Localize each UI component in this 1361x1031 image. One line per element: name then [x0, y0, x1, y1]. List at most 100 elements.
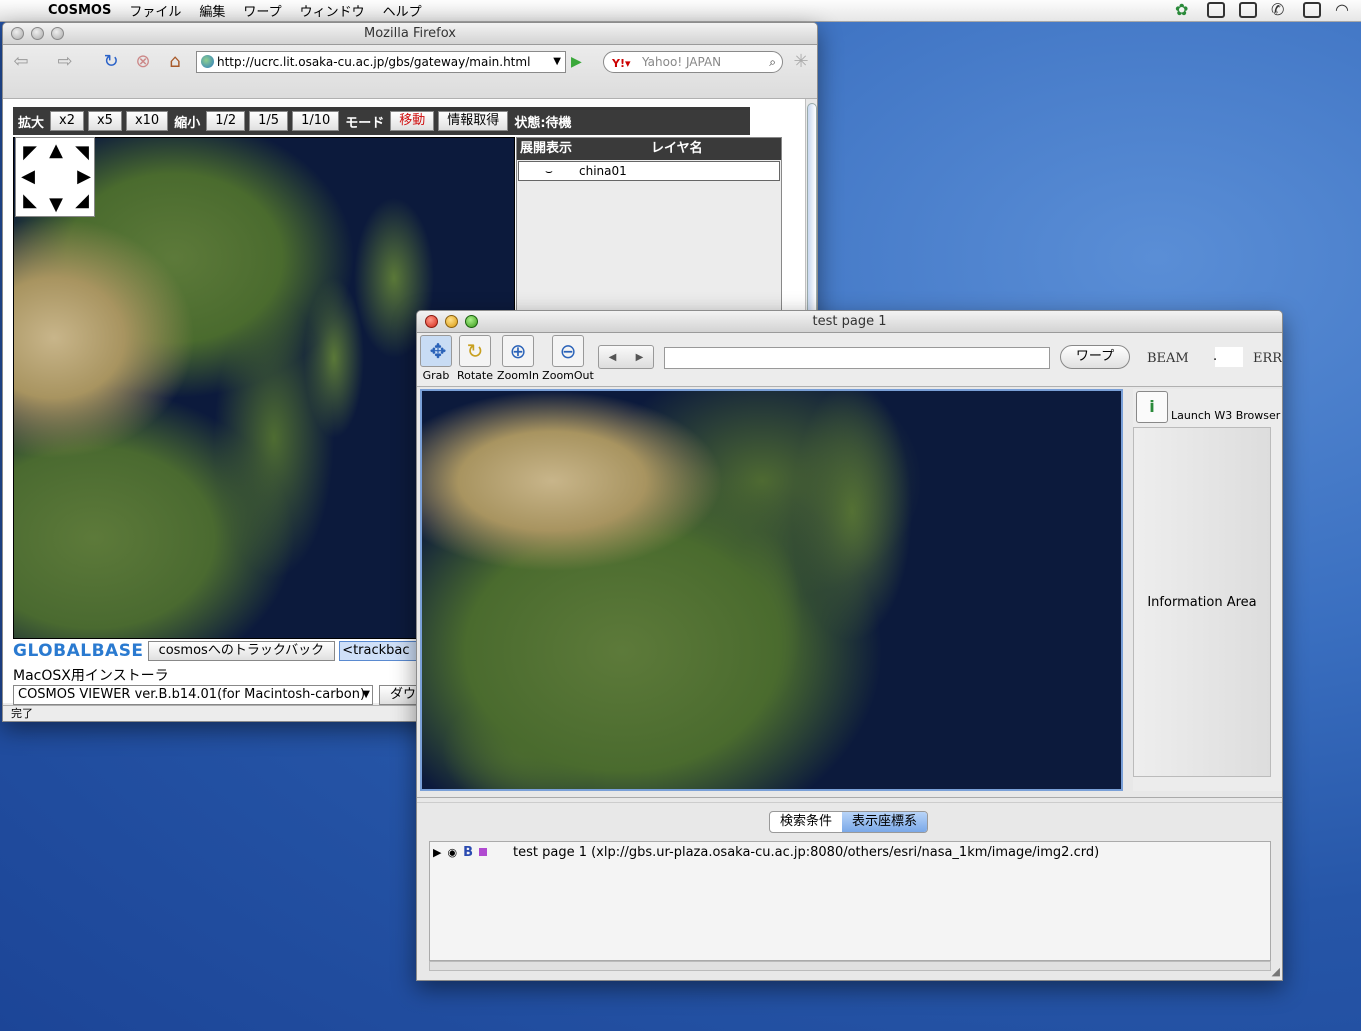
cosmos-window: test page 1 ✥ Grab ↻ Rotate ⊕ ZoomIn ⊖ Z… — [416, 310, 1283, 981]
chevron-down-icon[interactable]: ▼ — [553, 52, 561, 72]
reload-icon[interactable]: ↻ — [99, 51, 123, 73]
zoomout-tool[interactable]: ⊖ ZoomOut — [541, 335, 595, 382]
warp-input[interactable] — [664, 347, 1050, 369]
horizontal-scrollbar[interactable] — [429, 961, 1271, 971]
installer-label: MacOSX用インストーラ — [13, 668, 169, 684]
list-item[interactable]: ▶ ◉ B test page 1 (xlp://gbs.ur-plaza.os… — [433, 844, 1099, 860]
list-item-label: test page 1 (xlp://gbs.ur-plaza.osaka-cu… — [513, 844, 1100, 860]
viewer-select-value: COSMOS VIEWER ver.B.b14.01(for Macintosh… — [18, 687, 366, 702]
download-row: COSMOS VIEWER ver.B.b14.01(for Macintosh… — [13, 685, 428, 705]
minimize-button[interactable] — [31, 27, 44, 40]
url-text: http://ucrc.lit.osaka-cu.ac.jp/gbs/gatew… — [217, 55, 531, 69]
stop-icon[interactable]: ⊗ — [131, 51, 155, 73]
zoom-fifth-button[interactable]: 1/5 — [249, 111, 289, 131]
close-button[interactable] — [425, 315, 438, 328]
menubar: COSMOS ファイル 編集 ワープ ウィンドウ ヘルプ ✿ ✆ ◠ — [0, 0, 1361, 22]
grab-icon: ✥ — [420, 335, 452, 367]
pan-north-icon[interactable]: ▲ — [46, 140, 66, 162]
pan-east-icon[interactable]: ▶ — [74, 166, 94, 188]
zoomin-tool[interactable]: ⊕ ZoomIn — [497, 335, 539, 382]
grab-tool[interactable]: ✥ Grab — [419, 335, 453, 382]
pan-west-icon[interactable]: ◀ — [18, 166, 38, 188]
rotate-tool[interactable]: ↻ Rotate — [455, 335, 495, 382]
menu-file[interactable]: ファイル — [129, 1, 181, 20]
get-info-button[interactable]: 情報取得 — [438, 111, 509, 131]
warp-button[interactable]: ワープ — [1060, 345, 1130, 369]
yahoo-icon: Y!▾ — [612, 57, 631, 70]
pan-southwest-icon[interactable]: ◣ — [20, 190, 40, 212]
menu-help[interactable]: ヘルプ — [383, 1, 422, 20]
disclosure-triangle-icon[interactable]: ▶ — [433, 846, 441, 859]
trackback-field[interactable]: <trackbac — [339, 641, 420, 661]
information-area: Information Area — [1133, 427, 1271, 777]
eye-icon[interactable]: ◉ — [447, 846, 457, 859]
cosmos-map-view[interactable] — [420, 389, 1123, 791]
layer-expand-toggle[interactable]: ⌣ — [519, 162, 579, 180]
menubar-tray: ✿ ✆ ◠ — [1175, 2, 1353, 18]
side-panel: i Launch W3 Browser Information Area — [1133, 389, 1282, 791]
zoom-x2-button[interactable]: x2 — [50, 111, 84, 131]
pan-northwest-icon[interactable]: ◤ — [20, 142, 40, 164]
menu-warp[interactable]: ワープ — [243, 1, 281, 20]
menu-app-name[interactable]: COSMOS — [48, 3, 111, 18]
launch-browser-label: Launch W3 Browser — [1171, 409, 1281, 422]
forward-icon[interactable]: ▶ — [636, 352, 644, 363]
home-icon[interactable]: ⌂ — [163, 51, 187, 73]
zoomout-label: ZoomOut — [542, 369, 594, 382]
rotate-icon: ↻ — [459, 335, 491, 367]
url-field[interactable]: http://ucrc.lit.osaka-cu.ac.jp/gbs/gatew… — [196, 51, 566, 73]
move-mode-button[interactable]: 移動 — [390, 111, 435, 131]
throbber-icon: ✳ — [793, 51, 809, 72]
search-icon[interactable]: ⌕ — [769, 52, 776, 72]
display-icon[interactable] — [1207, 2, 1225, 18]
screen-icon[interactable] — [1303, 2, 1321, 18]
zoom-x10-button[interactable]: x10 — [125, 111, 169, 131]
zoom-button[interactable] — [51, 27, 64, 40]
grab-label: Grab — [422, 369, 450, 382]
err-label: ERR — [1253, 351, 1283, 366]
search-input[interactable]: Y!▾ Yahoo! JAPAN ⌕ — [603, 51, 783, 73]
minimize-button[interactable] — [445, 315, 458, 328]
tab-search-conditions[interactable]: 検索条件 — [770, 812, 842, 832]
cosmos-toolbar: ✥ Grab ↻ Rotate ⊕ ZoomIn ⊖ ZoomOut ◀ ▶ ワ… — [417, 333, 1282, 387]
zoom-tenth-button[interactable]: 1/10 — [292, 111, 340, 131]
go-icon[interactable]: ▶ — [571, 54, 582, 70]
viewer-select[interactable]: COSMOS VIEWER ver.B.b14.01(for Macintosh… — [13, 685, 373, 705]
zoom-button[interactable] — [465, 315, 478, 328]
menu-window[interactable]: ウィンドウ — [300, 1, 365, 20]
zoom-half-button[interactable]: 1/2 — [206, 111, 246, 131]
trackback-button[interactable]: cosmosへのトラックバック — [147, 641, 336, 661]
pan-southeast-icon[interactable]: ◢ — [72, 190, 92, 212]
resize-grip-icon[interactable]: ◢ — [1272, 965, 1280, 978]
layer-row[interactable]: ⌣ china01 — [518, 161, 780, 181]
info-icon[interactable]: i — [1136, 391, 1168, 423]
layer-panel-header: 展開表示 レイヤ名 — [517, 138, 781, 160]
split-divider[interactable] — [417, 797, 1282, 803]
zoomin-label: ZoomIn — [497, 369, 539, 382]
b-icon[interactable]: B — [463, 845, 473, 860]
wifi-icon[interactable]: ◠ — [1335, 2, 1353, 18]
battery-icon[interactable] — [1239, 2, 1257, 18]
back-icon[interactable]: ⇦ — [9, 51, 33, 73]
map-toolbar: 拡大 x2 x5 x10 縮小 1/2 1/5 1/10 モード 移動 情報取得… — [13, 107, 750, 135]
tab-display-coords[interactable]: 表示座標系 — [842, 812, 928, 832]
layer-list: ▶ ◉ B test page 1 (xlp://gbs.ur-plaza.os… — [429, 841, 1271, 961]
zoom-x5-button[interactable]: x5 — [87, 111, 122, 131]
back-icon[interactable]: ◀ — [609, 352, 617, 363]
col-expand-display: 展開表示 — [520, 141, 573, 156]
menu-edit[interactable]: 編集 — [199, 1, 225, 20]
state-label: 状態:待機 — [514, 115, 572, 131]
pan-northeast-icon[interactable]: ◥ — [72, 142, 92, 164]
rotate-label: Rotate — [456, 369, 493, 382]
zoom-out-label: 縮小 — [174, 115, 201, 131]
color-swatch-icon[interactable] — [479, 848, 487, 856]
forward-icon[interactable]: ⇨ — [53, 51, 77, 73]
close-button[interactable] — [11, 27, 24, 40]
pan-south-icon[interactable]: ▼ — [46, 194, 66, 216]
leaf-icon[interactable]: ✿ — [1175, 2, 1193, 18]
search-placeholder: Yahoo! JAPAN — [642, 55, 722, 69]
globalbase-logo[interactable]: GLOBALBASE — [13, 641, 144, 661]
chevron-down-icon[interactable]: ▼ — [362, 686, 370, 704]
pan-control: ◤ ▲ ◥ ◀ ▶ ◣ ▼ ◢ — [15, 137, 95, 217]
phone-icon[interactable]: ✆ — [1271, 2, 1289, 18]
